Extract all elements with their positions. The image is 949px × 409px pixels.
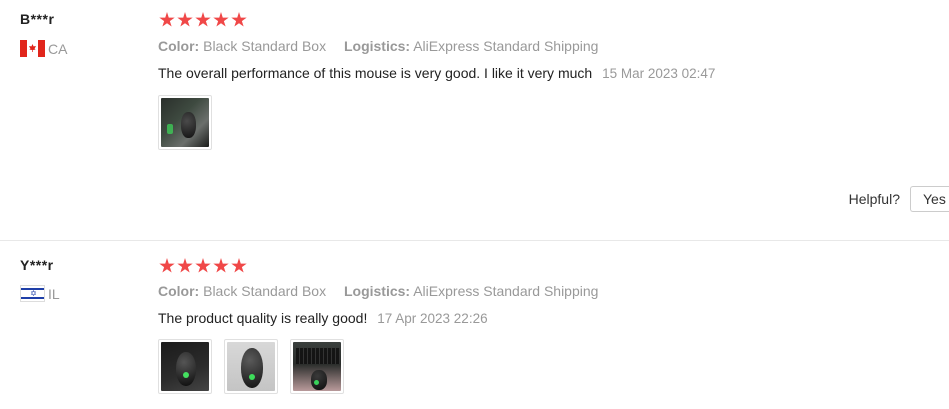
- star-icon: [177, 258, 193, 273]
- country-code: CA: [48, 40, 68, 57]
- israel-flag-icon: ✡: [20, 285, 45, 302]
- helpful-label: Helpful?: [848, 191, 900, 207]
- helpful-vote: Helpful? Yes: [849, 186, 949, 212]
- color-value: Black Standard Box: [203, 38, 327, 54]
- review-text: The overall performance of this mouse is…: [158, 65, 593, 81]
- canada-flag-icon: [20, 40, 45, 57]
- review-photos: [158, 95, 212, 150]
- star-icon: [231, 12, 247, 27]
- review-sku-info: Color: Black Standard Box Logistics: Ali…: [158, 283, 598, 299]
- reviewer-country: CA: [20, 40, 67, 57]
- reviewer-name: B***r: [20, 11, 55, 27]
- color-value: Black Standard Box: [203, 283, 327, 299]
- review-photos: [158, 339, 344, 394]
- logistics-label: Logistics:: [343, 283, 411, 299]
- star-rating: [159, 12, 247, 28]
- color-label: Color:: [158, 283, 200, 299]
- color-label: Color:: [158, 38, 200, 54]
- review-photo-thumbnail[interactable]: [158, 339, 212, 394]
- star-icon: [195, 258, 211, 273]
- review-item: Y***r ✡ IL Color: Black Standard Box Log…: [0, 240, 949, 409]
- star-icon: [159, 258, 175, 273]
- reviewer-country: ✡ IL: [20, 285, 60, 302]
- country-code: IL: [48, 285, 60, 302]
- star-icon: [159, 12, 175, 27]
- review-date: 15 Mar 2023 02:47: [602, 66, 716, 81]
- star-icon: [195, 12, 211, 27]
- review-photo-thumbnail[interactable]: [158, 95, 212, 150]
- review-photo-thumbnail[interactable]: [224, 339, 278, 394]
- star-icon: [213, 258, 229, 273]
- star-icon: [177, 12, 193, 27]
- review-content: The product quality is really good! 17 A…: [158, 310, 488, 326]
- review-date: 17 Apr 2023 22:26: [377, 311, 488, 326]
- review-photo-thumbnail[interactable]: [290, 339, 344, 394]
- review-item: B***r CA Color: Black Standard Box Logis…: [0, 0, 949, 240]
- logistics-value: AliExpress Standard Shipping: [413, 38, 599, 54]
- reviewer-name: Y***r: [20, 257, 54, 273]
- logistics-value: AliExpress Standard Shipping: [413, 283, 599, 299]
- star-icon: [231, 258, 247, 273]
- review-sku-info: Color: Black Standard Box Logistics: Ali…: [158, 38, 598, 54]
- helpful-yes-button[interactable]: Yes: [910, 186, 949, 212]
- logistics-label: Logistics:: [343, 38, 411, 54]
- review-content: The overall performance of this mouse is…: [158, 65, 715, 81]
- star-icon: [213, 12, 229, 27]
- review-text: The product quality is really good!: [158, 310, 368, 326]
- star-rating: [159, 258, 247, 274]
